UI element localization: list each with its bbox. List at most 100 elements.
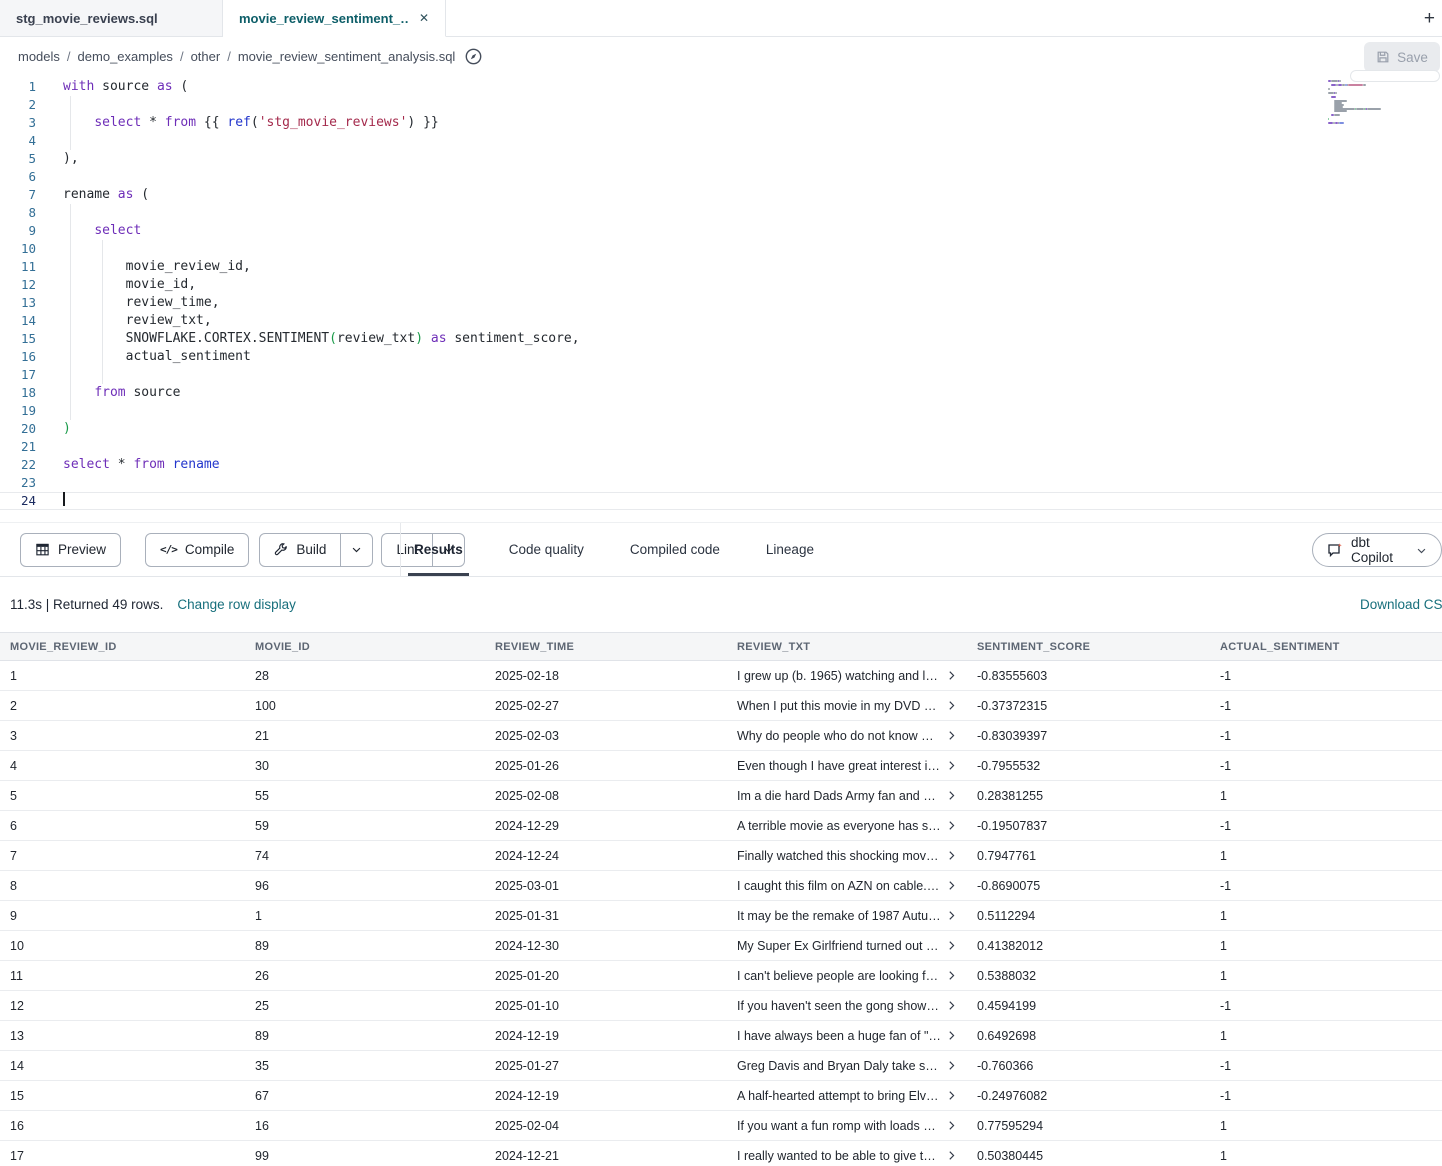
breadcrumb-segment: demo_examples xyxy=(78,49,173,64)
code-line[interactable]: 9 select xyxy=(0,222,1442,240)
result-tab-list: Results Code quality Compiled code Lineage xyxy=(408,523,820,576)
table-cell: 13 xyxy=(0,1029,245,1043)
table-cell: 14 xyxy=(0,1059,245,1073)
code-line[interactable]: 22select * from rename xyxy=(0,456,1442,474)
table-cell: 2025-01-31 xyxy=(485,909,727,923)
table-row: 1282025-02-18I grew up (b. 1965) watchin… xyxy=(0,661,1442,691)
code-line[interactable]: 13 review_time, xyxy=(0,294,1442,312)
table-row: 12252025-01-10If you haven't seen the go… xyxy=(0,991,1442,1021)
table-cell: 0.50380445 xyxy=(967,1149,1210,1163)
expand-row-chevron-icon[interactable] xyxy=(946,1060,957,1071)
breadcrumb-segment: models xyxy=(18,49,60,64)
code-line[interactable]: 14 review_txt, xyxy=(0,312,1442,330)
code-line[interactable]: 15 SNOWFLAKE.CORTEX.SENTIMENT(review_txt… xyxy=(0,330,1442,348)
expand-row-chevron-icon[interactable] xyxy=(946,670,957,681)
dbt-ide-window: stg_movie_reviews.sqlmovie_review_sentim… xyxy=(0,0,1442,1166)
code-editor[interactable]: 1with source as (23 select * from {{ ref… xyxy=(0,76,1442,522)
table-cell: My Super Ex Girlfriend turned out to b… xyxy=(727,939,967,953)
code-line[interactable]: 4 xyxy=(0,132,1442,150)
table-cell: 21 xyxy=(245,729,485,743)
code-line[interactable]: 8 xyxy=(0,204,1442,222)
expand-row-chevron-icon[interactable] xyxy=(946,790,957,801)
build-button[interactable]: Build xyxy=(259,533,373,567)
code-text xyxy=(63,492,65,510)
preview-button[interactable]: Preview xyxy=(20,533,121,567)
tab-results[interactable]: Results xyxy=(408,523,469,576)
table-cell: 0.28381255 xyxy=(967,789,1210,803)
expand-row-chevron-icon[interactable] xyxy=(946,940,957,951)
table-cell: 9 xyxy=(0,909,245,923)
table-cell: 2025-02-03 xyxy=(485,729,727,743)
breadcrumb: models/demo_examples/other/movie_review_… xyxy=(18,49,455,64)
table-row: 13892024-12-19I have always been a huge … xyxy=(0,1021,1442,1051)
code-line[interactable]: 23 xyxy=(0,474,1442,492)
code-line[interactable]: 12 movie_id, xyxy=(0,276,1442,294)
expand-row-chevron-icon[interactable] xyxy=(946,760,957,771)
code-line[interactable]: 17 xyxy=(0,366,1442,384)
code-line[interactable]: 19 xyxy=(0,402,1442,420)
table-cell: 0.7947761 xyxy=(967,849,1210,863)
table-cell: -0.83039397 xyxy=(967,729,1210,743)
table-cell: 11 xyxy=(0,969,245,983)
expand-row-chevron-icon[interactable] xyxy=(946,820,957,831)
code-line[interactable]: 7rename as ( xyxy=(0,186,1442,204)
tab-lineage[interactable]: Lineage xyxy=(760,523,820,576)
expand-row-chevron-icon[interactable] xyxy=(946,700,957,711)
table-cell: 35 xyxy=(245,1059,485,1073)
code-line[interactable]: 24 xyxy=(0,492,1442,510)
minimap[interactable] xyxy=(1328,80,1400,128)
code-line[interactable]: 2 xyxy=(0,96,1442,114)
line-number: 19 xyxy=(0,402,36,420)
build-dropdown-chevron-icon[interactable] xyxy=(340,534,372,566)
editor-tab[interactable]: movie_review_sentiment_…✕ xyxy=(223,0,446,37)
table-cell: 2025-01-10 xyxy=(485,999,727,1013)
code-line[interactable]: 1with source as ( xyxy=(0,78,1442,96)
dbt-copilot-button[interactable]: dbt Copilot xyxy=(1312,533,1442,567)
table-cell: Even though I have great interest in Bi… xyxy=(727,759,967,773)
code-line[interactable]: 11 movie_review_id, xyxy=(0,258,1442,276)
code-line[interactable]: 5), xyxy=(0,150,1442,168)
expand-row-chevron-icon[interactable] xyxy=(946,1000,957,1011)
download-csv-link[interactable]: Download CSV xyxy=(1360,597,1442,612)
expand-row-chevron-icon[interactable] xyxy=(946,1150,957,1161)
table-cell: 1 xyxy=(1210,969,1442,983)
new-tab-plus-icon[interactable]: + xyxy=(1420,7,1439,30)
table-cell: 96 xyxy=(245,879,485,893)
tab-compiled-code[interactable]: Compiled code xyxy=(624,523,726,576)
code-icon: </> xyxy=(160,543,177,556)
table-cell: 5 xyxy=(0,789,245,803)
code-line[interactable]: 21 xyxy=(0,438,1442,456)
save-button[interactable]: Save xyxy=(1364,42,1440,72)
close-icon[interactable]: ✕ xyxy=(419,11,429,25)
expand-row-chevron-icon[interactable] xyxy=(946,1030,957,1041)
editor-tab[interactable]: stg_movie_reviews.sql xyxy=(0,0,223,37)
compile-button[interactable]: </> Compile xyxy=(145,533,249,567)
expand-row-chevron-icon[interactable] xyxy=(946,1120,957,1131)
table-cell: Greg Davis and Bryan Daly take some … xyxy=(727,1059,967,1073)
table-cell: 74 xyxy=(245,849,485,863)
build-button-main[interactable]: Build xyxy=(260,534,340,566)
line-number: 1 xyxy=(0,78,36,96)
change-row-display-link[interactable]: Change row display xyxy=(177,597,296,612)
code-line[interactable]: 10 xyxy=(0,240,1442,258)
code-line[interactable]: 16 actual_sentiment xyxy=(0,348,1442,366)
code-text: from source xyxy=(63,384,180,402)
line-number: 18 xyxy=(0,384,36,402)
expand-row-chevron-icon[interactable] xyxy=(946,850,957,861)
compass-icon[interactable] xyxy=(465,48,482,65)
table-cell: Finally watched this shocking movie la… xyxy=(727,849,967,863)
code-line[interactable]: 18 from source xyxy=(0,384,1442,402)
expand-row-chevron-icon[interactable] xyxy=(946,970,957,981)
code-line[interactable]: 20) xyxy=(0,420,1442,438)
expand-row-chevron-icon[interactable] xyxy=(946,1090,957,1101)
expand-row-chevron-icon[interactable] xyxy=(946,730,957,741)
code-line[interactable]: 6 xyxy=(0,168,1442,186)
line-number: 7 xyxy=(0,186,36,204)
expand-row-chevron-icon[interactable] xyxy=(946,880,957,891)
results-table: MOVIE_REVIEW_IDMOVIE_IDREVIEW_TIMEREVIEW… xyxy=(0,632,1442,1166)
table-cell: 100 xyxy=(245,699,485,713)
tab-code-quality[interactable]: Code quality xyxy=(503,523,590,576)
indent-guide xyxy=(102,240,103,384)
expand-row-chevron-icon[interactable] xyxy=(946,910,957,921)
code-line[interactable]: 3 select * from {{ ref('stg_movie_review… xyxy=(0,114,1442,132)
